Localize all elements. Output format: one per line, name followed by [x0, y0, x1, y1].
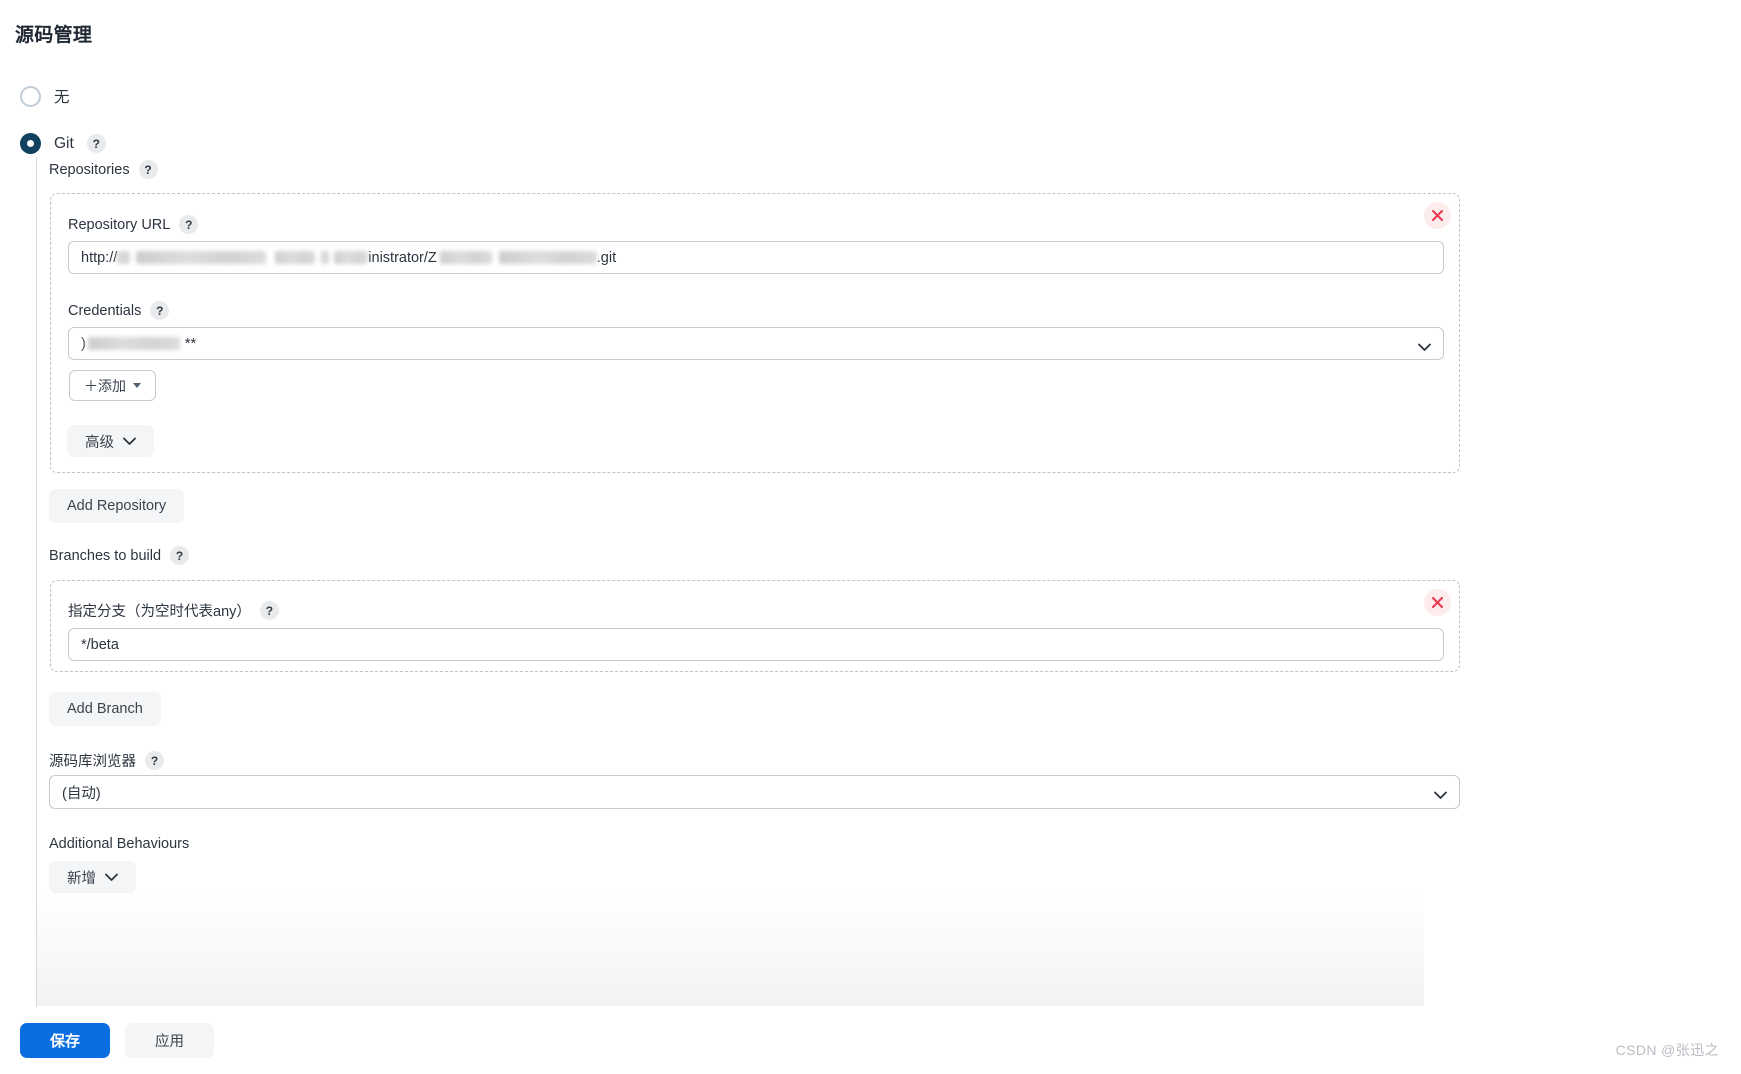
radio-option-none[interactable]: 无: [20, 85, 70, 107]
repositories-label-row: Repositories ?: [49, 160, 158, 179]
section-indent-guide: [36, 157, 37, 1007]
advanced-button[interactable]: 高级: [67, 425, 154, 457]
chevron-down-icon: [105, 873, 118, 881]
additional-behaviours-label: Additional Behaviours: [49, 836, 189, 852]
redacted-segment: [117, 251, 131, 264]
credentials-suffix: **: [184, 335, 197, 352]
help-icon-branch-spec[interactable]: ?: [259, 601, 279, 620]
delete-branch-button[interactable]: [1424, 589, 1451, 616]
repositories-label: Repositories: [49, 161, 130, 178]
redacted-segment: [87, 337, 180, 350]
repository-browser-label: 源码库浏览器: [49, 754, 136, 770]
repository-block: Repository URL ? http:// inistrator/Z .git…: [50, 193, 1460, 473]
help-icon-repository-browser[interactable]: ?: [145, 751, 164, 770]
redacted-segment: [321, 251, 330, 264]
repository-browser-select[interactable]: (自动): [49, 775, 1460, 809]
add-credentials-label: ＋添加: [84, 377, 126, 394]
radio-git-input[interactable]: [20, 133, 41, 154]
scm-configuration-page: 源码管理 无 Git ? Repositories ? Repository U…: [0, 0, 1741, 1074]
branch-spec-input[interactable]: [68, 628, 1444, 661]
close-icon: [1432, 597, 1443, 608]
chevron-down-icon: [1434, 788, 1447, 804]
repository-url-input[interactable]: http:// inistrator/Z .git: [68, 241, 1444, 274]
help-icon-credentials[interactable]: ?: [150, 301, 170, 320]
additional-behaviours-text: Additional Behaviours: [49, 836, 190, 852]
add-branch-label: Add Branch: [67, 701, 143, 717]
radio-option-git[interactable]: Git ?: [20, 133, 106, 154]
add-behaviour-label: 新增: [67, 870, 96, 887]
page-title: 源码管理: [15, 25, 93, 46]
chevron-down-icon: [1418, 340, 1431, 356]
add-repository-label: Add Repository: [67, 498, 167, 514]
radio-git-label: Git: [54, 134, 74, 152]
add-repository-button[interactable]: Add Repository: [49, 489, 185, 523]
radio-none-label: 无: [54, 89, 70, 106]
watermark: CSDN @张迅之: [1615, 1042, 1719, 1058]
help-icon-branches[interactable]: ?: [170, 546, 190, 565]
add-behaviour-button[interactable]: 新增: [49, 861, 136, 893]
branch-spec-label: 指定分支（为空时代表any）: [68, 604, 251, 620]
credentials-select[interactable]: ) **: [68, 327, 1444, 360]
redacted-segment: [439, 251, 492, 264]
branch-spec-field[interactable]: [68, 628, 1444, 661]
redacted-segment: [334, 251, 369, 264]
repository-url-label-row: Repository URL ?: [68, 215, 199, 234]
chevron-down-icon: [123, 437, 136, 445]
redacted-segment: [136, 251, 267, 264]
caret-down-icon: [133, 383, 141, 388]
help-icon-git[interactable]: ?: [86, 134, 106, 153]
repository-url-suffix: .git: [596, 249, 617, 266]
redacted-segment: [275, 251, 316, 264]
add-credentials-button[interactable]: ＋添加: [69, 370, 156, 401]
form-actions-bar: 保存 应用: [0, 1007, 1741, 1074]
delete-repository-button[interactable]: [1424, 202, 1451, 229]
credentials-label: Credentials: [68, 302, 142, 319]
credentials-label-row: Credentials ?: [68, 301, 170, 320]
apply-button[interactable]: 应用: [125, 1023, 215, 1058]
add-branch-button[interactable]: Add Branch: [49, 692, 161, 726]
advanced-label: 高级: [85, 434, 114, 451]
help-icon-repository-url[interactable]: ?: [179, 215, 199, 234]
branch-block: 指定分支（为空时代表any） ?: [50, 580, 1460, 672]
repository-url-prefix: http://: [81, 249, 118, 266]
repository-url-middle: inistrator/Z: [368, 249, 437, 266]
redacted-segment: [498, 251, 597, 264]
branch-spec-label-row: 指定分支（为空时代表any） ?: [68, 600, 279, 621]
repository-url-label: Repository URL: [68, 216, 171, 233]
branches-to-build-label: Branches to build: [49, 547, 162, 564]
close-icon: [1432, 210, 1443, 221]
scroll-fade-overlay: [37, 888, 1424, 1006]
branches-to-build-label-row: Branches to build ?: [49, 546, 190, 565]
save-button[interactable]: 保存: [20, 1023, 111, 1058]
repository-browser-label-row: 源码库浏览器 ?: [49, 750, 164, 771]
radio-none-input[interactable]: [20, 85, 41, 107]
help-icon-repositories[interactable]: ?: [138, 160, 158, 179]
repository-browser-value: (自动): [62, 785, 101, 802]
